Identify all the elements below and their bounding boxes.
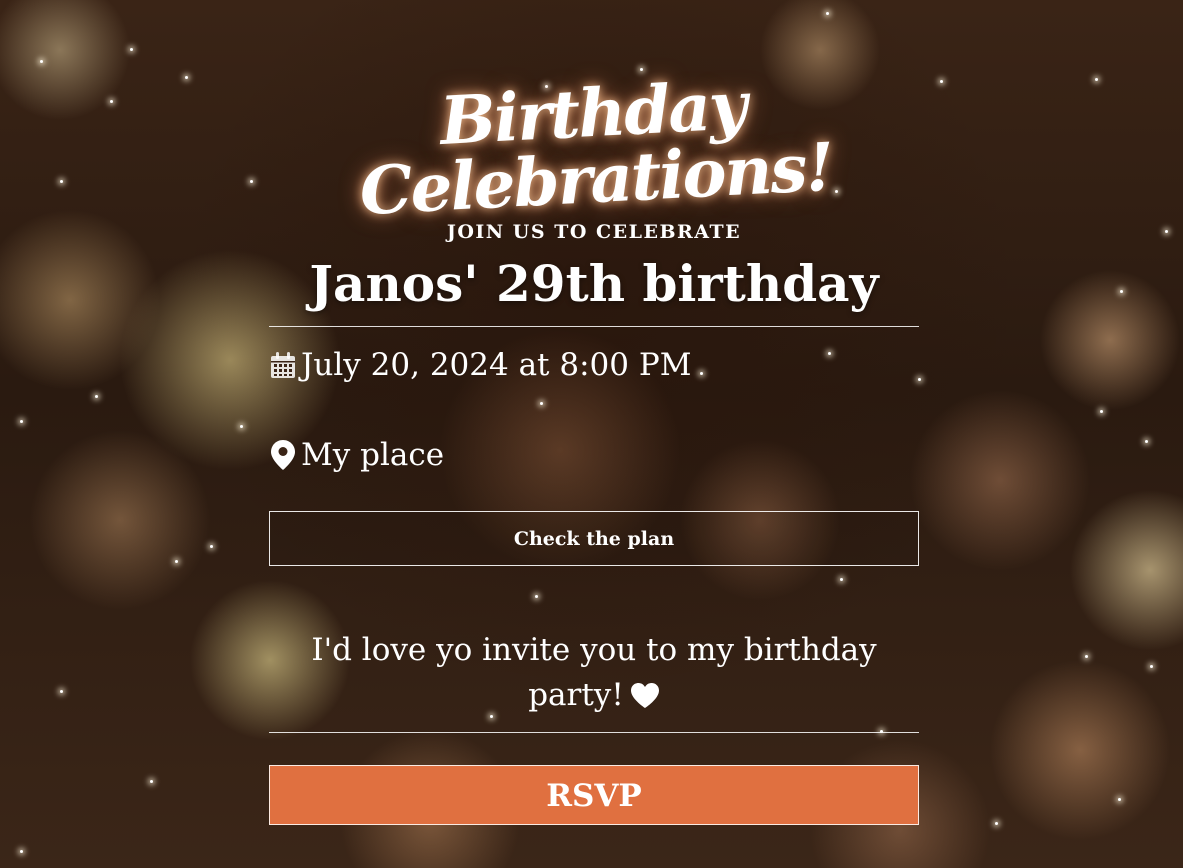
rsvp-button[interactable]: RSVP bbox=[269, 765, 919, 825]
event-date-text: July 20, 2024 at 8:00 PM bbox=[301, 347, 692, 383]
event-date: July 20, 2024 at 8:00 PM bbox=[269, 345, 919, 385]
check-plan-button[interactable]: Check the plan bbox=[269, 511, 919, 566]
invitation-message-text: I'd love yo invite you to my birthday pa… bbox=[311, 632, 877, 713]
script-title: Birthday Celebrations! bbox=[357, 66, 835, 231]
event-title: Janos' 29th birthday bbox=[309, 254, 879, 313]
divider-bottom bbox=[269, 732, 919, 733]
divider-top bbox=[269, 326, 919, 327]
event-location-text: My place bbox=[301, 437, 445, 473]
map-pin-icon bbox=[269, 438, 297, 472]
event-location: My place bbox=[269, 435, 919, 475]
heart-icon bbox=[630, 677, 660, 722]
calendar-icon bbox=[269, 348, 297, 382]
invitation-message: I'd love yo invite you to my birthday pa… bbox=[269, 628, 919, 732]
invitation-card: Birthday Celebrations! JOIN US TO CELEBR… bbox=[269, 60, 919, 825]
